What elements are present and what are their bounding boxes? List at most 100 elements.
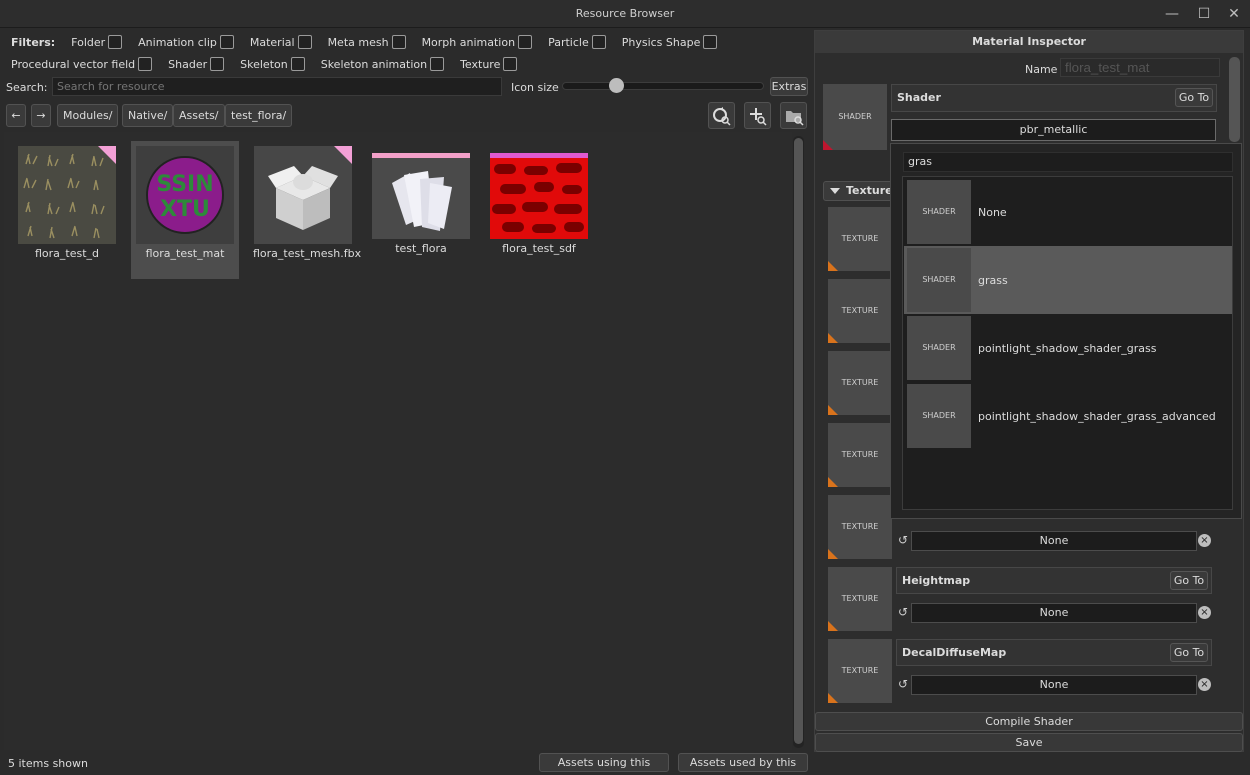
extras-button[interactable]: Extras xyxy=(770,77,808,96)
texture-corner-marker xyxy=(828,405,838,415)
filter-shader-checkbox[interactable] xyxy=(210,57,225,71)
asset-corner-marker xyxy=(98,146,116,164)
shader-option-pointlight-shadow-shader-grass[interactable]: SHADER pointlight_shadow_shader_grass xyxy=(904,314,1232,382)
decal-diffuse-goto-button[interactable]: Go To xyxy=(1170,643,1208,662)
clear-icon[interactable]: × xyxy=(1198,678,1211,691)
shader-value-field[interactable]: pbr_metallic xyxy=(891,119,1216,141)
shader-option-label: pointlight_shadow_shader_grass_advanced xyxy=(978,410,1216,423)
texture-thumbnail xyxy=(18,146,116,244)
filter-physics-shape-label: Physics Shape xyxy=(621,35,701,49)
filter-morph-animation-checkbox[interactable] xyxy=(518,35,533,49)
filter-material-label: Material xyxy=(249,35,295,49)
filter-meta-mesh-checkbox[interactable] xyxy=(391,35,406,49)
search-input[interactable] xyxy=(52,77,502,96)
reset-icon[interactable]: ↺ xyxy=(898,533,908,547)
texture-thumbnail[interactable]: TEXTURE xyxy=(828,567,892,631)
shader-option-none[interactable]: SHADER None xyxy=(904,178,1232,246)
shader-thumbnail[interactable]: SHADER xyxy=(823,84,887,150)
filter-meta-mesh-label: Meta mesh xyxy=(327,35,389,49)
arrow-left-icon[interactable]: ← xyxy=(6,104,26,127)
texture-slot-value[interactable]: None xyxy=(911,531,1197,551)
save-button[interactable]: Save xyxy=(815,733,1243,752)
breadcrumb-test-flora[interactable]: test_flora/ xyxy=(225,104,293,127)
breadcrumb-modules[interactable]: Modules/ xyxy=(57,104,119,127)
asset-tile-flora-test-mat[interactable]: SSIN XTU flora_test_mat xyxy=(131,141,239,279)
minimize-icon[interactable]: — xyxy=(1162,4,1182,24)
filter-particle-checkbox[interactable] xyxy=(591,35,606,49)
shader-results-list: SHADER None SHADER grass SHADER pointlig… xyxy=(902,176,1233,510)
filter-texture-checkbox[interactable] xyxy=(503,57,518,71)
scrollbar-thumb[interactable] xyxy=(794,138,803,744)
texture-thumbnail[interactable]: TEXTURE xyxy=(828,279,892,343)
filter-folder-label: Folder xyxy=(71,35,106,49)
add-zoom-icon[interactable] xyxy=(744,102,771,129)
textures-section-header[interactable]: Textures xyxy=(823,181,899,201)
breadcrumb-native[interactable]: Native/ xyxy=(122,104,174,127)
clear-icon[interactable]: × xyxy=(1198,606,1211,619)
shader-option-pointlight-shadow-shader-grass-advanced[interactable]: SHADER pointlight_shadow_shader_grass_ad… xyxy=(904,382,1232,450)
filter-skeleton-animation-checkbox[interactable] xyxy=(430,57,445,71)
heightmap-goto-button[interactable]: Go To xyxy=(1170,571,1208,590)
asset-grid-scrollbar[interactable] xyxy=(793,136,804,748)
asset-tile-test-flora[interactable]: test_flora xyxy=(367,141,475,271)
shader-search-input[interactable]: gras xyxy=(903,152,1233,172)
texture-tile-label: TEXTURE xyxy=(841,234,879,243)
shader-option-thumbnail: SHADER xyxy=(907,248,971,312)
asset-name: flora_test_d xyxy=(34,247,100,260)
mesh-box-icon xyxy=(254,146,352,244)
filter-skeleton-animation-label: Skeleton animation xyxy=(320,57,428,71)
texture-thumbnail[interactable]: TEXTURE xyxy=(828,207,892,271)
shader-goto-button[interactable]: Go To xyxy=(1175,88,1213,107)
filter-skeleton-label: Skeleton xyxy=(240,57,288,71)
shader-option-thumbnail: SHADER xyxy=(907,316,971,380)
texture-tile-label: TEXTURE xyxy=(841,378,879,387)
filter-texture-label: Texture xyxy=(460,57,501,71)
filter-animation-clip-checkbox[interactable] xyxy=(219,35,234,49)
shader-search-dropdown: gras SHADER None SHADER grass SHADER poi… xyxy=(890,143,1242,519)
clear-icon[interactable]: × xyxy=(1198,534,1211,547)
heightmap-header-box: Heightmap Go To xyxy=(896,567,1212,594)
shader-option-thumbnail: SHADER xyxy=(907,180,971,244)
maximize-icon[interactable]: ☐ xyxy=(1194,4,1214,24)
decal-diffuse-value-field[interactable]: None xyxy=(911,675,1197,695)
texture-thumbnail[interactable]: TEXTURE xyxy=(828,639,892,703)
arrow-right-icon[interactable]: → xyxy=(31,104,51,127)
filter-folder-checkbox[interactable] xyxy=(108,35,123,49)
filter-skeleton-checkbox[interactable] xyxy=(290,57,305,71)
search-label: Search: xyxy=(6,81,48,94)
shader-header-box: Shader Go To xyxy=(891,84,1217,112)
inspector-scrollbar[interactable] xyxy=(1229,57,1240,142)
refresh-search-icon[interactable] xyxy=(708,102,735,129)
filter-procedural-vector-field-checkbox[interactable] xyxy=(138,57,153,71)
reset-icon[interactable]: ↺ xyxy=(898,605,908,619)
filter-shader-label: Shader xyxy=(168,57,208,71)
asset-grid: flora_test_d SSIN XTU flora_test_mat flo… xyxy=(4,132,792,750)
reset-icon[interactable]: ↺ xyxy=(898,677,908,691)
shader-option-grass[interactable]: SHADER grass xyxy=(904,246,1232,314)
close-icon[interactable]: ✕ xyxy=(1224,4,1244,24)
heightmap-label: Heightmap xyxy=(902,574,971,587)
filter-material-checkbox[interactable] xyxy=(297,35,312,49)
compile-shader-button[interactable]: Compile Shader xyxy=(815,712,1243,731)
asset-tile-flora-test-mesh[interactable]: flora_test_mesh.fbx xyxy=(249,141,361,281)
icon-size-slider[interactable] xyxy=(562,82,764,90)
svg-text:SSIN: SSIN xyxy=(156,172,213,197)
asset-name: flora_test_mat xyxy=(145,247,225,260)
folder-image-icon[interactable] xyxy=(780,102,807,129)
texture-thumbnail[interactable]: TEXTURE xyxy=(828,423,892,487)
filter-physics-shape-checkbox[interactable] xyxy=(703,35,718,49)
heightmap-value-field[interactable]: None xyxy=(911,603,1197,623)
name-field[interactable] xyxy=(1060,58,1220,77)
texture-thumbnail[interactable]: TEXTURE xyxy=(828,495,892,559)
filter-procedural-vector-field-label: Procedural vector field xyxy=(11,57,136,71)
asset-tile-flora-test-d[interactable]: flora_test_d xyxy=(13,141,121,271)
breadcrumb-assets[interactable]: Assets/ xyxy=(173,104,225,127)
asset-tile-flora-test-sdf[interactable]: flora_test_sdf xyxy=(485,141,593,271)
texture-corner-marker xyxy=(828,621,838,631)
sdf-texture-thumbnail xyxy=(490,153,588,239)
texture-tile-label: TEXTURE xyxy=(841,522,879,531)
assets-using-this-button[interactable]: Assets using this xyxy=(539,753,669,772)
icon-size-slider-handle[interactable] xyxy=(608,78,624,93)
assets-used-by-this-button[interactable]: Assets used by this xyxy=(678,753,808,772)
texture-thumbnail[interactable]: TEXTURE xyxy=(828,351,892,415)
